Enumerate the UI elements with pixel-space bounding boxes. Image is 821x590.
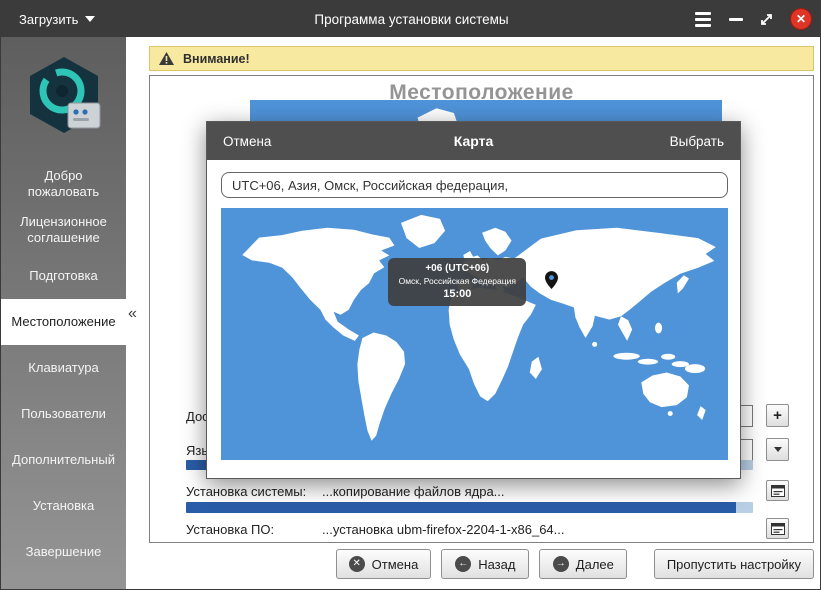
sidebar-collapse-chevron[interactable]: « — [128, 305, 137, 323]
next-button[interactable]: → Далее — [539, 549, 627, 579]
warning-text: Внимание! — [183, 52, 250, 66]
software-log-button[interactable] — [766, 518, 789, 539]
warning-icon — [158, 51, 175, 66]
arrow-right-icon: → — [553, 556, 569, 572]
sidebar-item-finish[interactable]: Завершение — [1, 529, 126, 575]
load-menu-button[interactable]: Загрузить — [11, 6, 103, 33]
language-dropdown-button[interactable] — [766, 438, 789, 461]
system-install-row: Установка системы: ...копирование файлов… — [150, 482, 813, 502]
cancel-circle-icon: ✕ — [349, 556, 365, 572]
log-icon — [771, 523, 785, 535]
software-install-status: ...установка ubm-firefox-2204-1-x86_64..… — [322, 522, 565, 537]
titlebar: Загрузить Программа установки системы ✕ — [1, 1, 821, 37]
map-dialog: Отмена Карта Выбрать +06 (UTC+06) Омск, … — [206, 121, 741, 479]
sidebar-item-license[interactable]: Лицензионное соглашение — [1, 207, 126, 253]
map-dialog-header: Отмена Карта Выбрать — [207, 122, 740, 160]
minimize-icon[interactable] — [729, 18, 743, 21]
dialog-cancel-button[interactable]: Отмена — [207, 134, 287, 149]
tooltip-time: 15:00 — [394, 288, 520, 300]
skip-settings-button[interactable]: Пропустить настройку — [654, 549, 814, 579]
chevron-down-icon — [774, 447, 782, 452]
sidebar-item-location[interactable]: Местоположение — [1, 299, 126, 345]
software-install-label: Установка ПО: — [186, 522, 274, 537]
system-install-label: Установка системы: — [186, 484, 306, 499]
warning-banner: Внимание! — [149, 46, 814, 71]
sidebar-item-installation[interactable]: Установка — [1, 483, 126, 529]
load-menu-label: Загрузить — [19, 12, 78, 27]
sidebar-item-keyboard[interactable]: Клавиатура — [1, 345, 126, 391]
installer-window: Загрузить Программа установки системы ✕ — [0, 0, 821, 590]
system-progress-bar — [186, 502, 753, 513]
close-icon[interactable]: ✕ — [790, 8, 812, 30]
sidebar-item-welcome[interactable]: Добро пожаловать — [1, 161, 126, 207]
arrow-left-icon: ← — [455, 556, 471, 572]
sidebar-item-additional[interactable]: Дополнительный — [1, 437, 126, 483]
window-controls: ✕ — [693, 1, 812, 37]
sidebar-item-users[interactable]: Пользователи — [1, 391, 126, 437]
dialog-select-button[interactable]: Выбрать — [654, 134, 740, 149]
maximize-icon[interactable] — [759, 12, 774, 27]
installer-logo — [1, 37, 126, 161]
tooltip-city: Омск, Российская Федерация — [394, 276, 520, 286]
log-icon — [771, 485, 785, 497]
hamburger-menu-icon[interactable] — [693, 10, 713, 29]
world-map[interactable]: +06 (UTC+06) Омск, Российская Федерация … — [221, 208, 728, 460]
timezone-tooltip: +06 (UTC+06) Омск, Российская Федерация … — [388, 258, 526, 306]
system-install-status: ...копирование файлов ядра... — [322, 484, 505, 499]
system-log-button[interactable] — [766, 480, 789, 501]
sidebar-item-preparation[interactable]: Подготовка — [1, 253, 126, 299]
tooltip-utc-offset: +06 (UTC+06) — [394, 263, 520, 274]
footer-bar: ✕ Отмена ← Назад → Далее Пропустить наст… — [149, 549, 814, 579]
location-pin-icon — [545, 271, 558, 289]
back-button[interactable]: ← Назад — [441, 549, 529, 579]
cancel-button[interactable]: ✕ Отмена — [336, 549, 432, 579]
chevron-down-icon — [85, 16, 95, 22]
add-button[interactable]: + — [766, 404, 789, 427]
sidebar: Добро пожаловать Лицензионное соглашение… — [1, 37, 126, 590]
software-install-row: Установка ПО: ...установка ubm-firefox-2… — [150, 520, 813, 540]
timezone-search-input[interactable] — [221, 172, 728, 198]
